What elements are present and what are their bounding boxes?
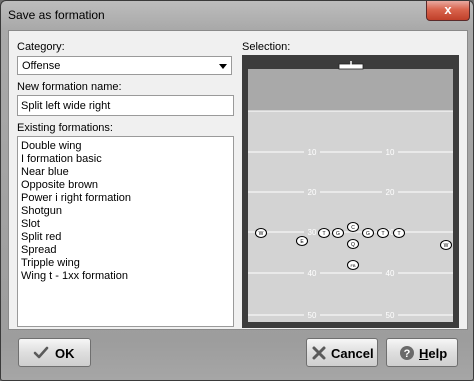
list-item[interactable]: Near blue xyxy=(18,166,233,179)
yard-label: 50 xyxy=(308,311,317,320)
close-icon: x xyxy=(444,2,452,17)
list-item[interactable]: Opposite brown xyxy=(18,179,233,192)
list-item[interactable]: Split red xyxy=(18,231,233,244)
chevron-down-icon[interactable] xyxy=(219,64,227,69)
formation-preview: 10 10 20 20 30 30 40 40 50 50 T G C G T T E Q FB W W xyxy=(242,55,459,328)
player-marker: W xyxy=(440,240,452,250)
svg-text:G: G xyxy=(336,231,340,237)
yard-label: 10 xyxy=(308,148,317,157)
svg-text:T: T xyxy=(397,231,400,237)
yard-label: 50 xyxy=(386,311,395,320)
list-item[interactable]: Slot xyxy=(18,218,233,231)
playing-field xyxy=(248,111,453,322)
help-button[interactable]: ? Help xyxy=(386,338,458,367)
svg-text:Q: Q xyxy=(351,242,355,248)
player-marker: W xyxy=(255,228,267,238)
help-icon: ? xyxy=(400,346,414,360)
help-label: Help xyxy=(419,346,448,361)
yard-label: 10 xyxy=(386,148,395,157)
dialog-window: Save as formation x Category: Offense Ne… xyxy=(0,0,474,381)
list-item[interactable]: Spread xyxy=(18,244,233,257)
yard-label: 40 xyxy=(308,269,317,278)
checkmark-icon xyxy=(33,346,49,359)
player-marker: T xyxy=(318,228,330,238)
yard-label: 40 xyxy=(386,269,395,278)
window-title: Save as formation xyxy=(8,8,105,22)
category-value: Offense xyxy=(22,60,61,72)
list-item[interactable]: Shotgun xyxy=(18,205,233,218)
end-zone xyxy=(248,69,453,111)
close-button[interactable]: x xyxy=(426,1,470,21)
ok-button[interactable]: OK xyxy=(18,338,91,367)
button-bar: OK Cancel ? Help xyxy=(1,329,473,380)
svg-text:T: T xyxy=(381,231,384,237)
list-item[interactable]: Wing t - 1xx formation xyxy=(18,270,233,283)
player-marker: C xyxy=(347,222,359,232)
selection-label: Selection: xyxy=(242,41,291,53)
svg-text:FB: FB xyxy=(350,263,355,268)
cancel-label: Cancel xyxy=(331,346,374,361)
category-label: Category: xyxy=(17,41,65,53)
yard-label: 30 xyxy=(308,228,317,237)
player-marker: FB xyxy=(347,260,359,270)
cancel-button[interactable]: Cancel xyxy=(306,338,378,367)
player-marker: G xyxy=(362,228,374,238)
svg-text:T: T xyxy=(322,231,325,237)
svg-text:C: C xyxy=(351,225,355,231)
svg-text:?: ? xyxy=(404,348,411,360)
field-diagram: 10 1020 2030 3040 4050 50 T GCG T TE QFBWW xyxy=(248,61,453,322)
existing-formations-label: Existing formations: xyxy=(17,122,113,134)
list-item[interactable]: Tripple wing xyxy=(18,257,233,270)
ok-label: OK xyxy=(55,346,75,361)
category-select[interactable]: Offense xyxy=(17,56,232,75)
svg-text:G: G xyxy=(366,231,370,237)
player-marker: Q xyxy=(347,239,359,249)
svg-text:W: W xyxy=(259,231,264,237)
cross-icon xyxy=(312,346,326,360)
list-item[interactable]: Double wing xyxy=(18,140,233,153)
list-item[interactable]: Power i right formation xyxy=(18,192,233,205)
player-marker: T xyxy=(393,228,405,238)
new-name-label: New formation name: xyxy=(17,81,122,93)
player-marker: E xyxy=(296,236,308,246)
formation-name-input[interactable] xyxy=(17,95,234,116)
existing-formations-list[interactable]: Double wing I formation basic Near blue … xyxy=(17,136,234,327)
player-marker: G xyxy=(332,228,344,238)
svg-text:W: W xyxy=(444,243,449,249)
player-marker: T xyxy=(377,228,389,238)
title-bar[interactable]: Save as formation x xyxy=(1,1,473,29)
dialog-body: Category: Offense New formation name: Ex… xyxy=(8,30,468,330)
yard-label: 20 xyxy=(308,188,317,197)
list-item[interactable]: I formation basic xyxy=(18,153,233,166)
yard-label: 20 xyxy=(386,188,395,197)
